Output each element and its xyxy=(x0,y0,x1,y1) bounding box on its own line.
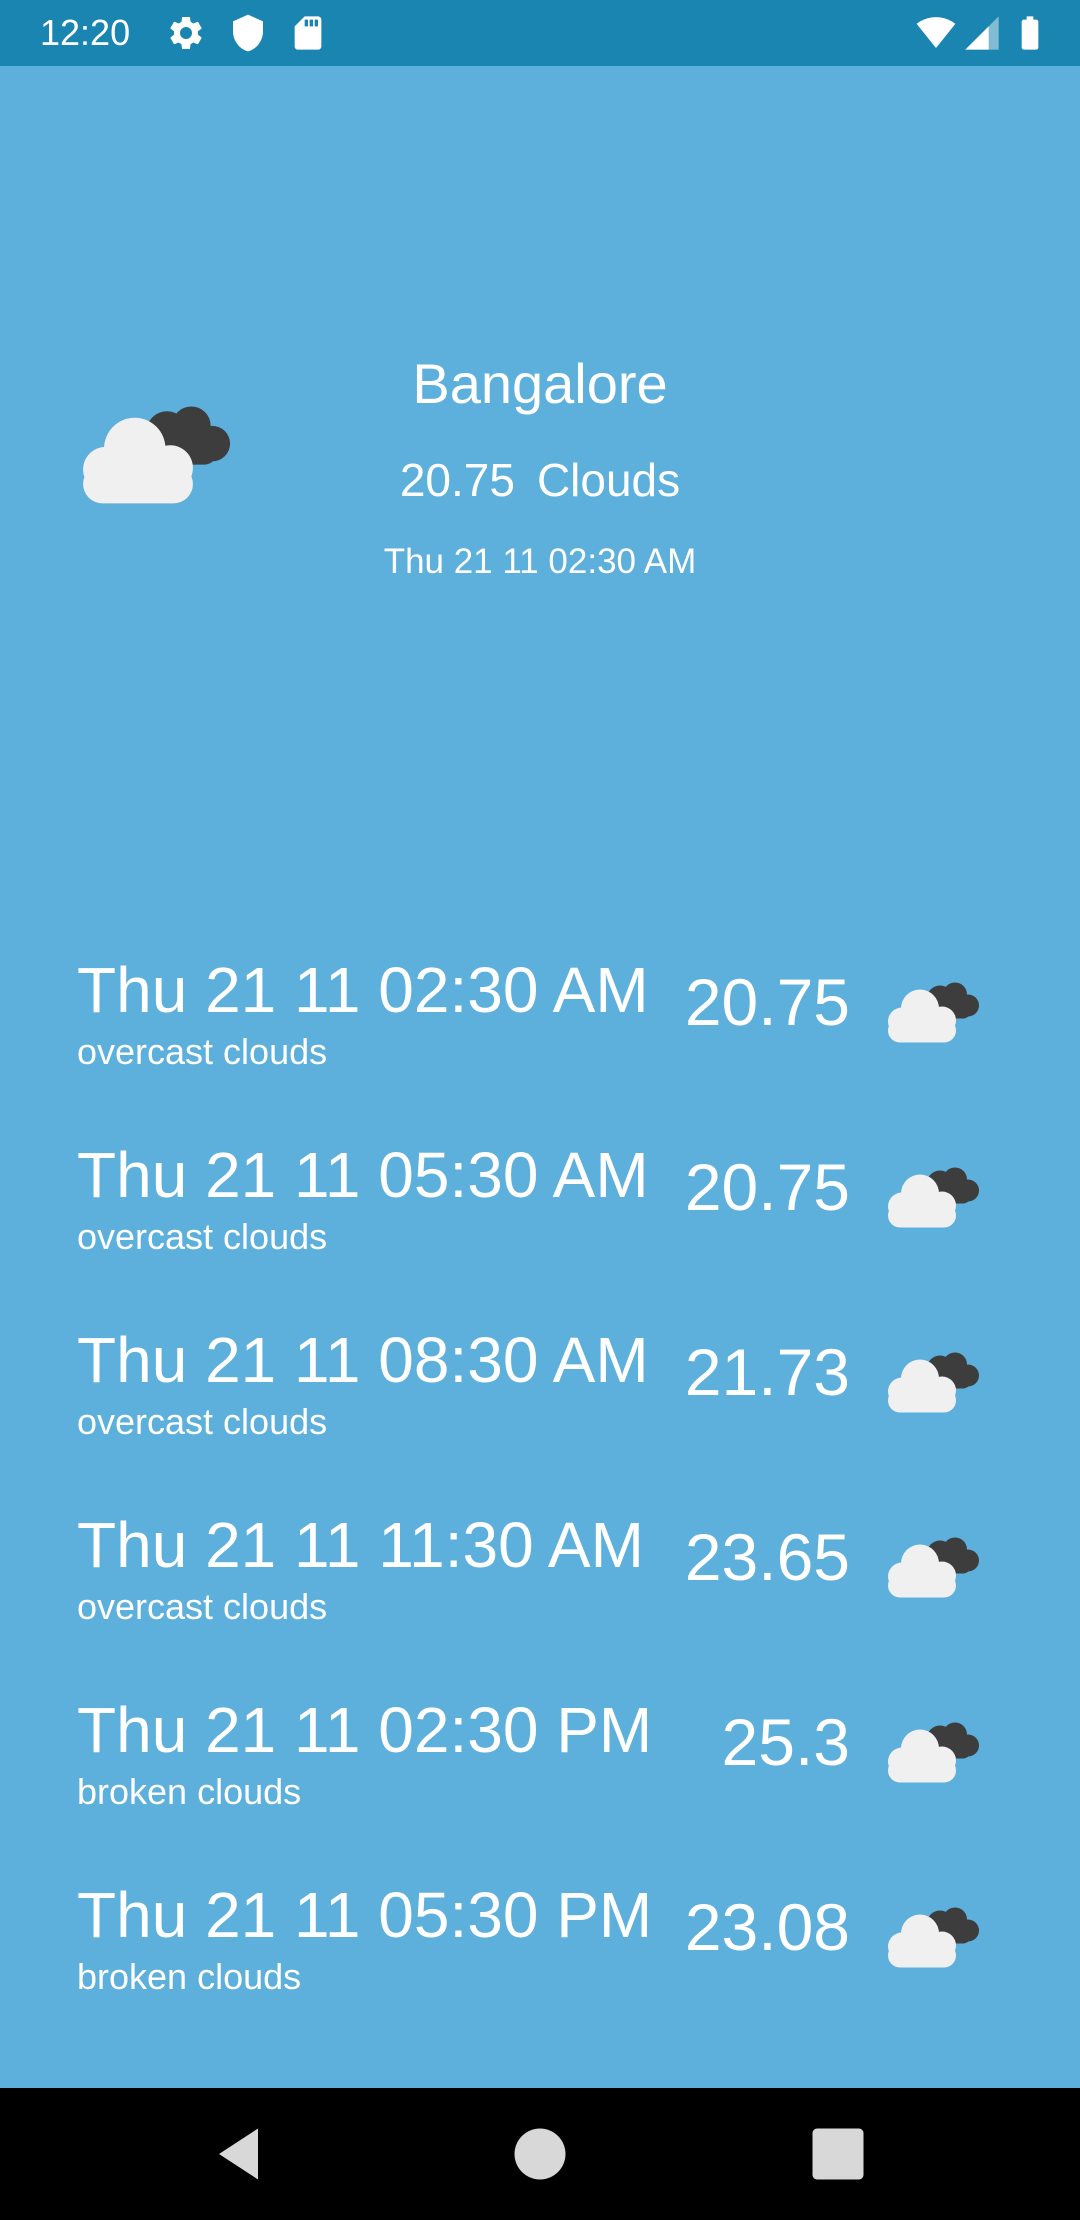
status-bar: 12:20 xyxy=(0,0,1080,66)
forecast-row[interactable]: Thu 21 11 11:30 AM overcast clouds 23.65 xyxy=(0,1493,1080,1678)
forecast-temperature: 23.65 xyxy=(684,1520,850,1594)
cell-signal-icon xyxy=(965,16,999,50)
forecast-temperature: 25.3 xyxy=(721,1705,850,1779)
recents-icon[interactable] xyxy=(802,2118,874,2190)
overcast-clouds-icon xyxy=(888,1537,979,1598)
forecast-row[interactable]: Thu 21 11 02:30 PM broken clouds 25.3 xyxy=(0,1678,1080,1863)
sd-card-icon xyxy=(294,16,322,50)
forecast-description: overcast clouds xyxy=(77,1216,328,1257)
broken-clouds-icon xyxy=(888,1907,979,1968)
home-icon[interactable] xyxy=(504,2118,576,2190)
overcast-clouds-icon xyxy=(888,982,979,1043)
status-time: 12:20 xyxy=(40,12,131,53)
forecast-temperature: 21.73 xyxy=(684,1335,850,1409)
forecast-row[interactable]: Thu 21 11 05:30 AM overcast clouds 20.75 xyxy=(0,1123,1080,1308)
wifi-icon xyxy=(916,17,956,48)
current-datetime: Thu 21 11 02:30 AM xyxy=(383,542,697,581)
overcast-clouds-icon xyxy=(83,406,231,504)
forecast-row[interactable]: Thu 21 11 02:30 AM overcast clouds 20.75 xyxy=(0,938,1080,1123)
current-condition: Clouds xyxy=(536,454,681,506)
forecast-datetime: Thu 21 11 02:30 AM xyxy=(77,954,649,1026)
settings-icon xyxy=(170,16,202,49)
city-name: Bangalore xyxy=(412,352,668,415)
forecast-description: overcast clouds xyxy=(77,1401,328,1442)
battery-icon xyxy=(1021,16,1039,50)
forecast-row[interactable]: Thu 21 11 05:30 PM broken clouds 23.08 xyxy=(0,1863,1080,2048)
forecast-datetime: Thu 21 11 11:30 AM xyxy=(77,1509,644,1581)
forecast-row[interactable]: Thu 21 11 08:30 AM overcast clouds 21.73 xyxy=(0,1308,1080,1493)
navigation-bar xyxy=(0,2088,1080,2220)
forecast-description: overcast clouds xyxy=(77,1586,328,1627)
broken-clouds-icon xyxy=(888,1722,979,1783)
shield-icon xyxy=(233,14,263,52)
forecast-datetime: Thu 21 11 08:30 AM xyxy=(77,1324,649,1396)
forecast-temperature: 20.75 xyxy=(684,965,850,1039)
forecast-description: broken clouds xyxy=(77,1771,302,1812)
forecast-list: Thu 21 11 02:30 AM overcast clouds 20.75 Th… xyxy=(0,938,1080,2048)
back-icon[interactable] xyxy=(204,2118,276,2190)
overcast-clouds-icon xyxy=(888,1167,979,1228)
forecast-datetime: Thu 21 11 05:30 PM xyxy=(77,1879,653,1951)
current-summary: 20.75 Clouds xyxy=(240,450,840,510)
forecast-datetime: Thu 21 11 05:30 AM xyxy=(77,1139,649,1211)
forecast-description: broken clouds xyxy=(77,1956,302,1997)
forecast-datetime: Thu 21 11 02:30 PM xyxy=(77,1694,653,1766)
forecast-temperature: 23.08 xyxy=(684,1890,850,1964)
forecast-temperature: 20.75 xyxy=(684,1150,850,1224)
overcast-clouds-icon xyxy=(888,1352,979,1413)
forecast-description: overcast clouds xyxy=(77,1031,328,1072)
current-temperature: 20.75 xyxy=(399,454,515,506)
